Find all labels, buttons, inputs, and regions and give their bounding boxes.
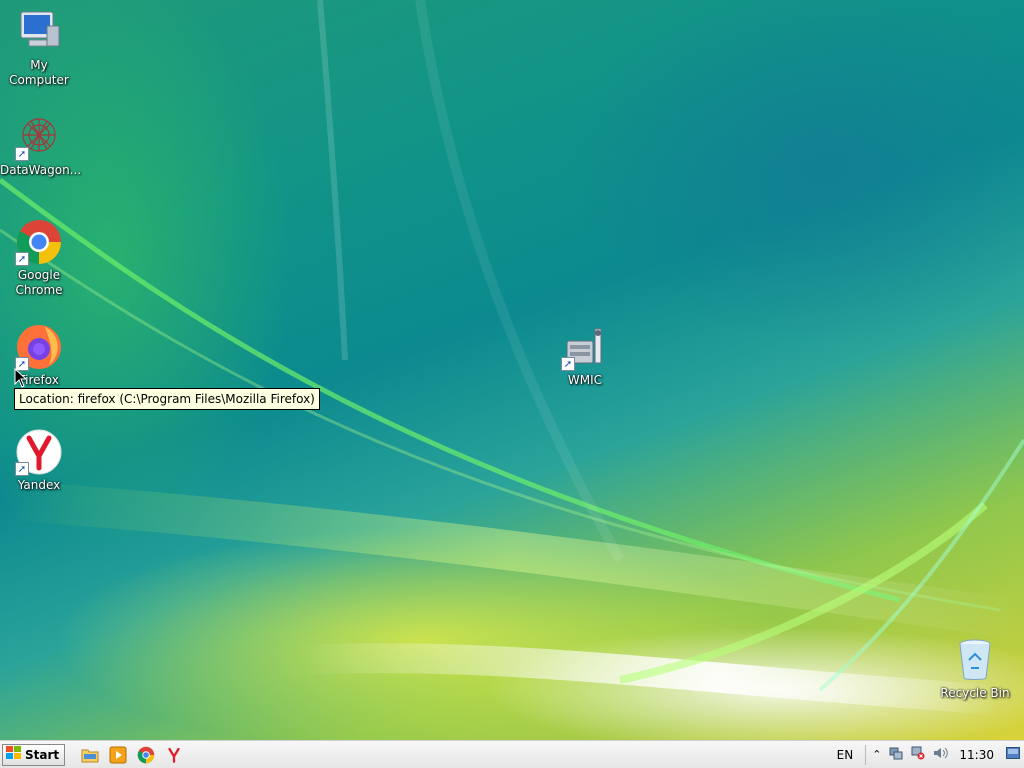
quicklaunch-explorer[interactable] (79, 744, 101, 766)
clock[interactable]: 11:30 (959, 748, 994, 762)
start-button[interactable]: Start (2, 743, 66, 766)
system-tray: EN ⌃ 11:30 (837, 741, 1024, 768)
icon-label: WMIC (567, 373, 603, 387)
volume-icon[interactable] (933, 746, 949, 763)
desktop-icon-recycle-bin[interactable]: Recycle Bin (936, 636, 1014, 701)
icon-label: Google Chrome (15, 268, 63, 297)
quicklaunch-media-player[interactable] (107, 744, 129, 766)
chrome-icon (137, 746, 155, 763)
taskbar: Start EN ⌃ 11:30 (0, 740, 1024, 768)
shortcut-arrow-icon: ➚ (561, 357, 575, 371)
shortcut-arrow-icon: ➚ (15, 252, 29, 266)
recycle-bin-icon (951, 636, 999, 684)
start-label: Start (25, 747, 60, 762)
network-disconnected-icon[interactable] (911, 746, 925, 763)
icon-label: DataWagon... (0, 163, 82, 177)
firefox-icon: ➚ (15, 323, 63, 371)
shortcut-arrow-icon: ➚ (15, 462, 29, 476)
show-hidden-icons-chevron-icon[interactable]: ⌃ (872, 748, 881, 761)
language-indicator[interactable]: EN (837, 748, 854, 762)
wallpaper-waves (0, 0, 1024, 715)
mouse-cursor-icon (14, 368, 26, 388)
yandex-icon (168, 747, 180, 763)
tray-divider (865, 744, 867, 765)
desktop-icon-my-computer[interactable]: My Computer (0, 8, 78, 88)
windows-logo-icon (6, 746, 22, 763)
yandex-icon: ➚ (15, 428, 63, 476)
show-desktop-icon[interactable] (1006, 747, 1020, 762)
desktop-icon-firefox[interactable]: ➚ Firefox (0, 323, 78, 388)
desktop-icon-google-chrome[interactable]: ➚ Google Chrome (0, 218, 78, 298)
desktop-icon-datawagon[interactable]: ➚ DataWagon... (0, 113, 82, 178)
datawagon-icon: ➚ (15, 113, 63, 161)
desktop-icon-wmic[interactable]: ➚ WMIC (546, 323, 624, 388)
quicklaunch-chrome[interactable] (135, 744, 157, 766)
quicklaunch-yandex[interactable] (163, 744, 185, 766)
icon-label: Firefox (19, 373, 59, 387)
chrome-icon: ➚ (15, 218, 63, 266)
icon-label: Recycle Bin (940, 686, 1010, 700)
network-icon[interactable] (889, 746, 903, 763)
icon-label: My Computer (9, 58, 69, 87)
media-player-icon (109, 746, 127, 763)
tooltip: Location: firefox (C:\Program Files\Mozi… (14, 388, 320, 410)
wmic-icon: ➚ (561, 323, 609, 371)
icon-label: Yandex (17, 478, 61, 492)
folder-icon (81, 749, 99, 762)
desktop[interactable]: My Computer ➚ DataWagon... ➚ Google Chro… (0, 0, 1024, 740)
computer-icon (15, 8, 63, 56)
shortcut-arrow-icon: ➚ (15, 147, 29, 161)
desktop-icon-yandex[interactable]: ➚ Yandex (0, 428, 78, 493)
